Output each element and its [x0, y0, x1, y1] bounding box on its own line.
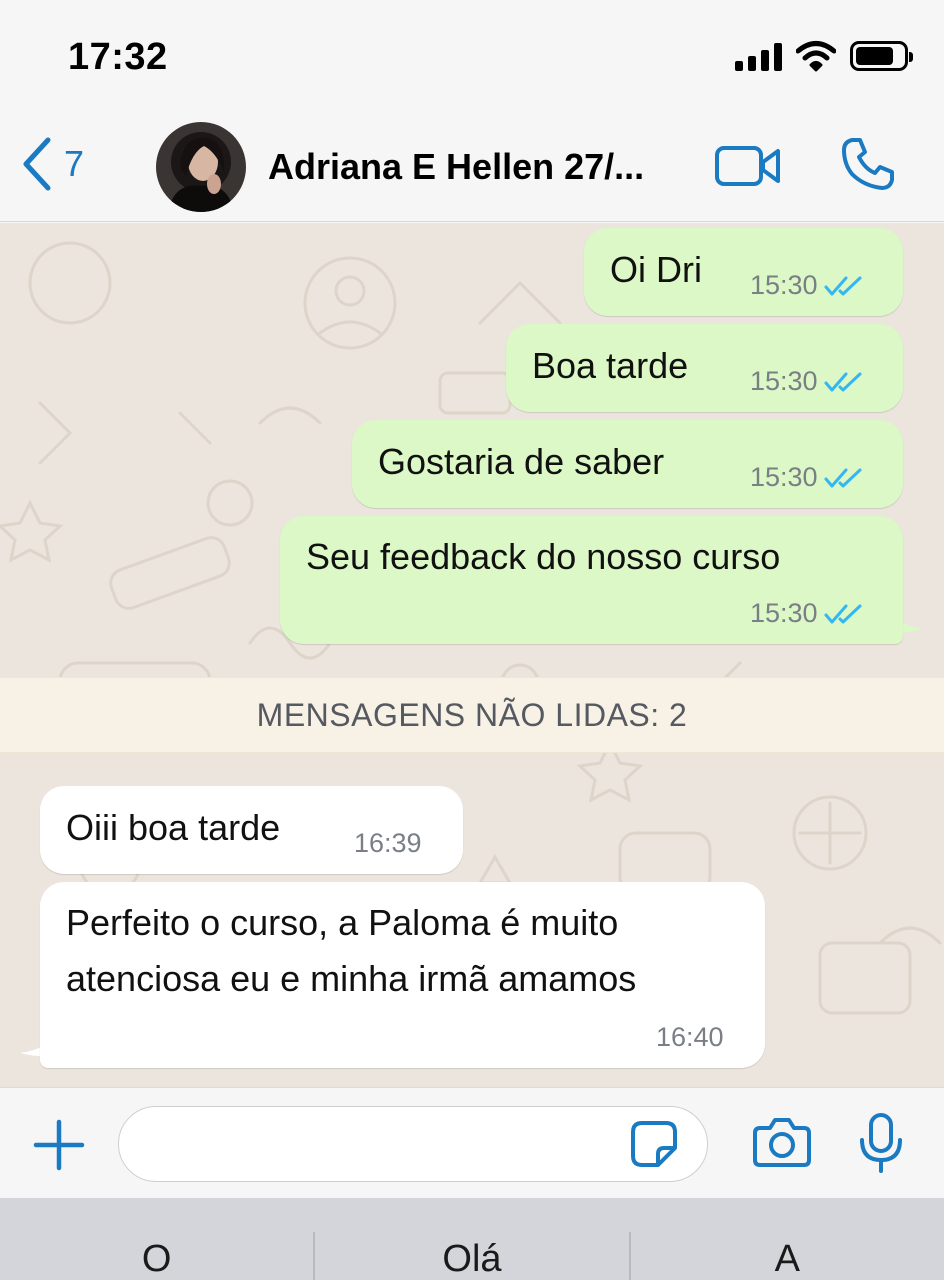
message-meta: 15:30 — [750, 598, 864, 629]
message-meta: 15:30 — [750, 366, 864, 397]
message-text-line: atenciosa eu e minha irmã amamos — [66, 958, 637, 999]
message-text: Oiii boa tarde — [66, 807, 281, 848]
keyboard-suggestions: O Olá A — [0, 1198, 944, 1280]
chat-header: 7 Adriana E Hellen 27/... — [0, 110, 944, 222]
plus-icon — [33, 1119, 85, 1171]
message-time: 16:39 — [354, 828, 422, 858]
message-input-bar — [0, 1087, 944, 1198]
message-meta: 15:30 — [750, 270, 864, 301]
video-call-button[interactable] — [714, 142, 782, 195]
message-time: 15:30 — [750, 462, 818, 492]
unread-messages-banner: MENSAGENS NÃO LIDAS: 2 — [0, 677, 944, 753]
message-meta: 15:30 — [750, 462, 864, 493]
wifi-icon — [796, 41, 836, 72]
message-time: 15:30 — [750, 598, 818, 628]
message-bubble-outgoing[interactable]: Gostaria de saber 15:30 — [352, 420, 903, 508]
message-text: Oi Dri — [610, 249, 702, 290]
message-bubble-outgoing[interactable]: Oi Dri 15:30 — [584, 228, 903, 316]
voice-call-button[interactable] — [840, 136, 896, 197]
suggestion-label: O — [141, 1238, 172, 1280]
double-check-icon — [824, 372, 862, 391]
microphone-icon — [860, 1113, 902, 1173]
phone-icon — [842, 138, 894, 190]
double-check-icon — [824, 468, 862, 487]
back-button[interactable]: 7 — [18, 136, 84, 192]
message-text: Boa tarde — [532, 345, 689, 386]
double-check-icon — [824, 276, 862, 295]
message-text: Seu feedback do nosso curso — [306, 536, 781, 577]
message-bubble-incoming[interactable]: Perfeito o curso, a Paloma é muito atenc… — [40, 882, 765, 1068]
signal-icon — [735, 41, 782, 71]
suggestion-label: Olá — [442, 1238, 502, 1280]
chat-area[interactable]: Oi Dri 15:30 Boa tarde 15:30 Gostaria de… — [0, 223, 944, 1087]
status-icons — [735, 40, 913, 72]
message-time: 16:40 — [656, 1022, 724, 1052]
message-bubble-incoming[interactable]: Oiii boa tarde 16:39 — [40, 786, 463, 874]
status-time: 17:32 — [68, 36, 168, 78]
message-text: Gostaria de saber — [378, 441, 665, 482]
suggestion-label: A — [774, 1238, 800, 1280]
battery-icon — [850, 41, 913, 71]
message-time: 15:30 — [750, 270, 818, 300]
camera-button[interactable] — [752, 1116, 812, 1173]
camera-icon — [753, 1118, 811, 1167]
voice-message-button[interactable] — [856, 1112, 906, 1179]
message-meta: 16:40 — [656, 1022, 724, 1053]
double-check-icon — [824, 604, 862, 623]
chevron-left-icon — [23, 137, 51, 191]
status-bar: 17:32 — [0, 0, 944, 110]
suggestion-item[interactable]: Olá — [315, 1198, 628, 1280]
sticker-icon — [631, 1121, 677, 1167]
contact-avatar[interactable] — [156, 122, 246, 212]
contact-name[interactable]: Adriana E Hellen 27/... — [268, 146, 688, 188]
attach-button[interactable] — [32, 1118, 86, 1177]
message-bubble-outgoing[interactable]: Seu feedback do nosso curso 15:30 — [280, 516, 903, 644]
sticker-button[interactable] — [630, 1120, 678, 1173]
suggestion-item[interactable]: O — [0, 1198, 313, 1280]
message-input[interactable] — [118, 1106, 708, 1182]
video-camera-icon — [715, 146, 780, 186]
suggestion-item[interactable]: A — [631, 1198, 944, 1280]
unread-chats-count: 7 — [64, 143, 85, 184]
message-text-line: Perfeito o curso, a Paloma é muito — [66, 902, 619, 943]
message-meta: 16:39 — [354, 828, 422, 859]
message-time: 15:30 — [750, 366, 818, 396]
message-bubble-outgoing[interactable]: Boa tarde 15:30 — [506, 324, 903, 412]
